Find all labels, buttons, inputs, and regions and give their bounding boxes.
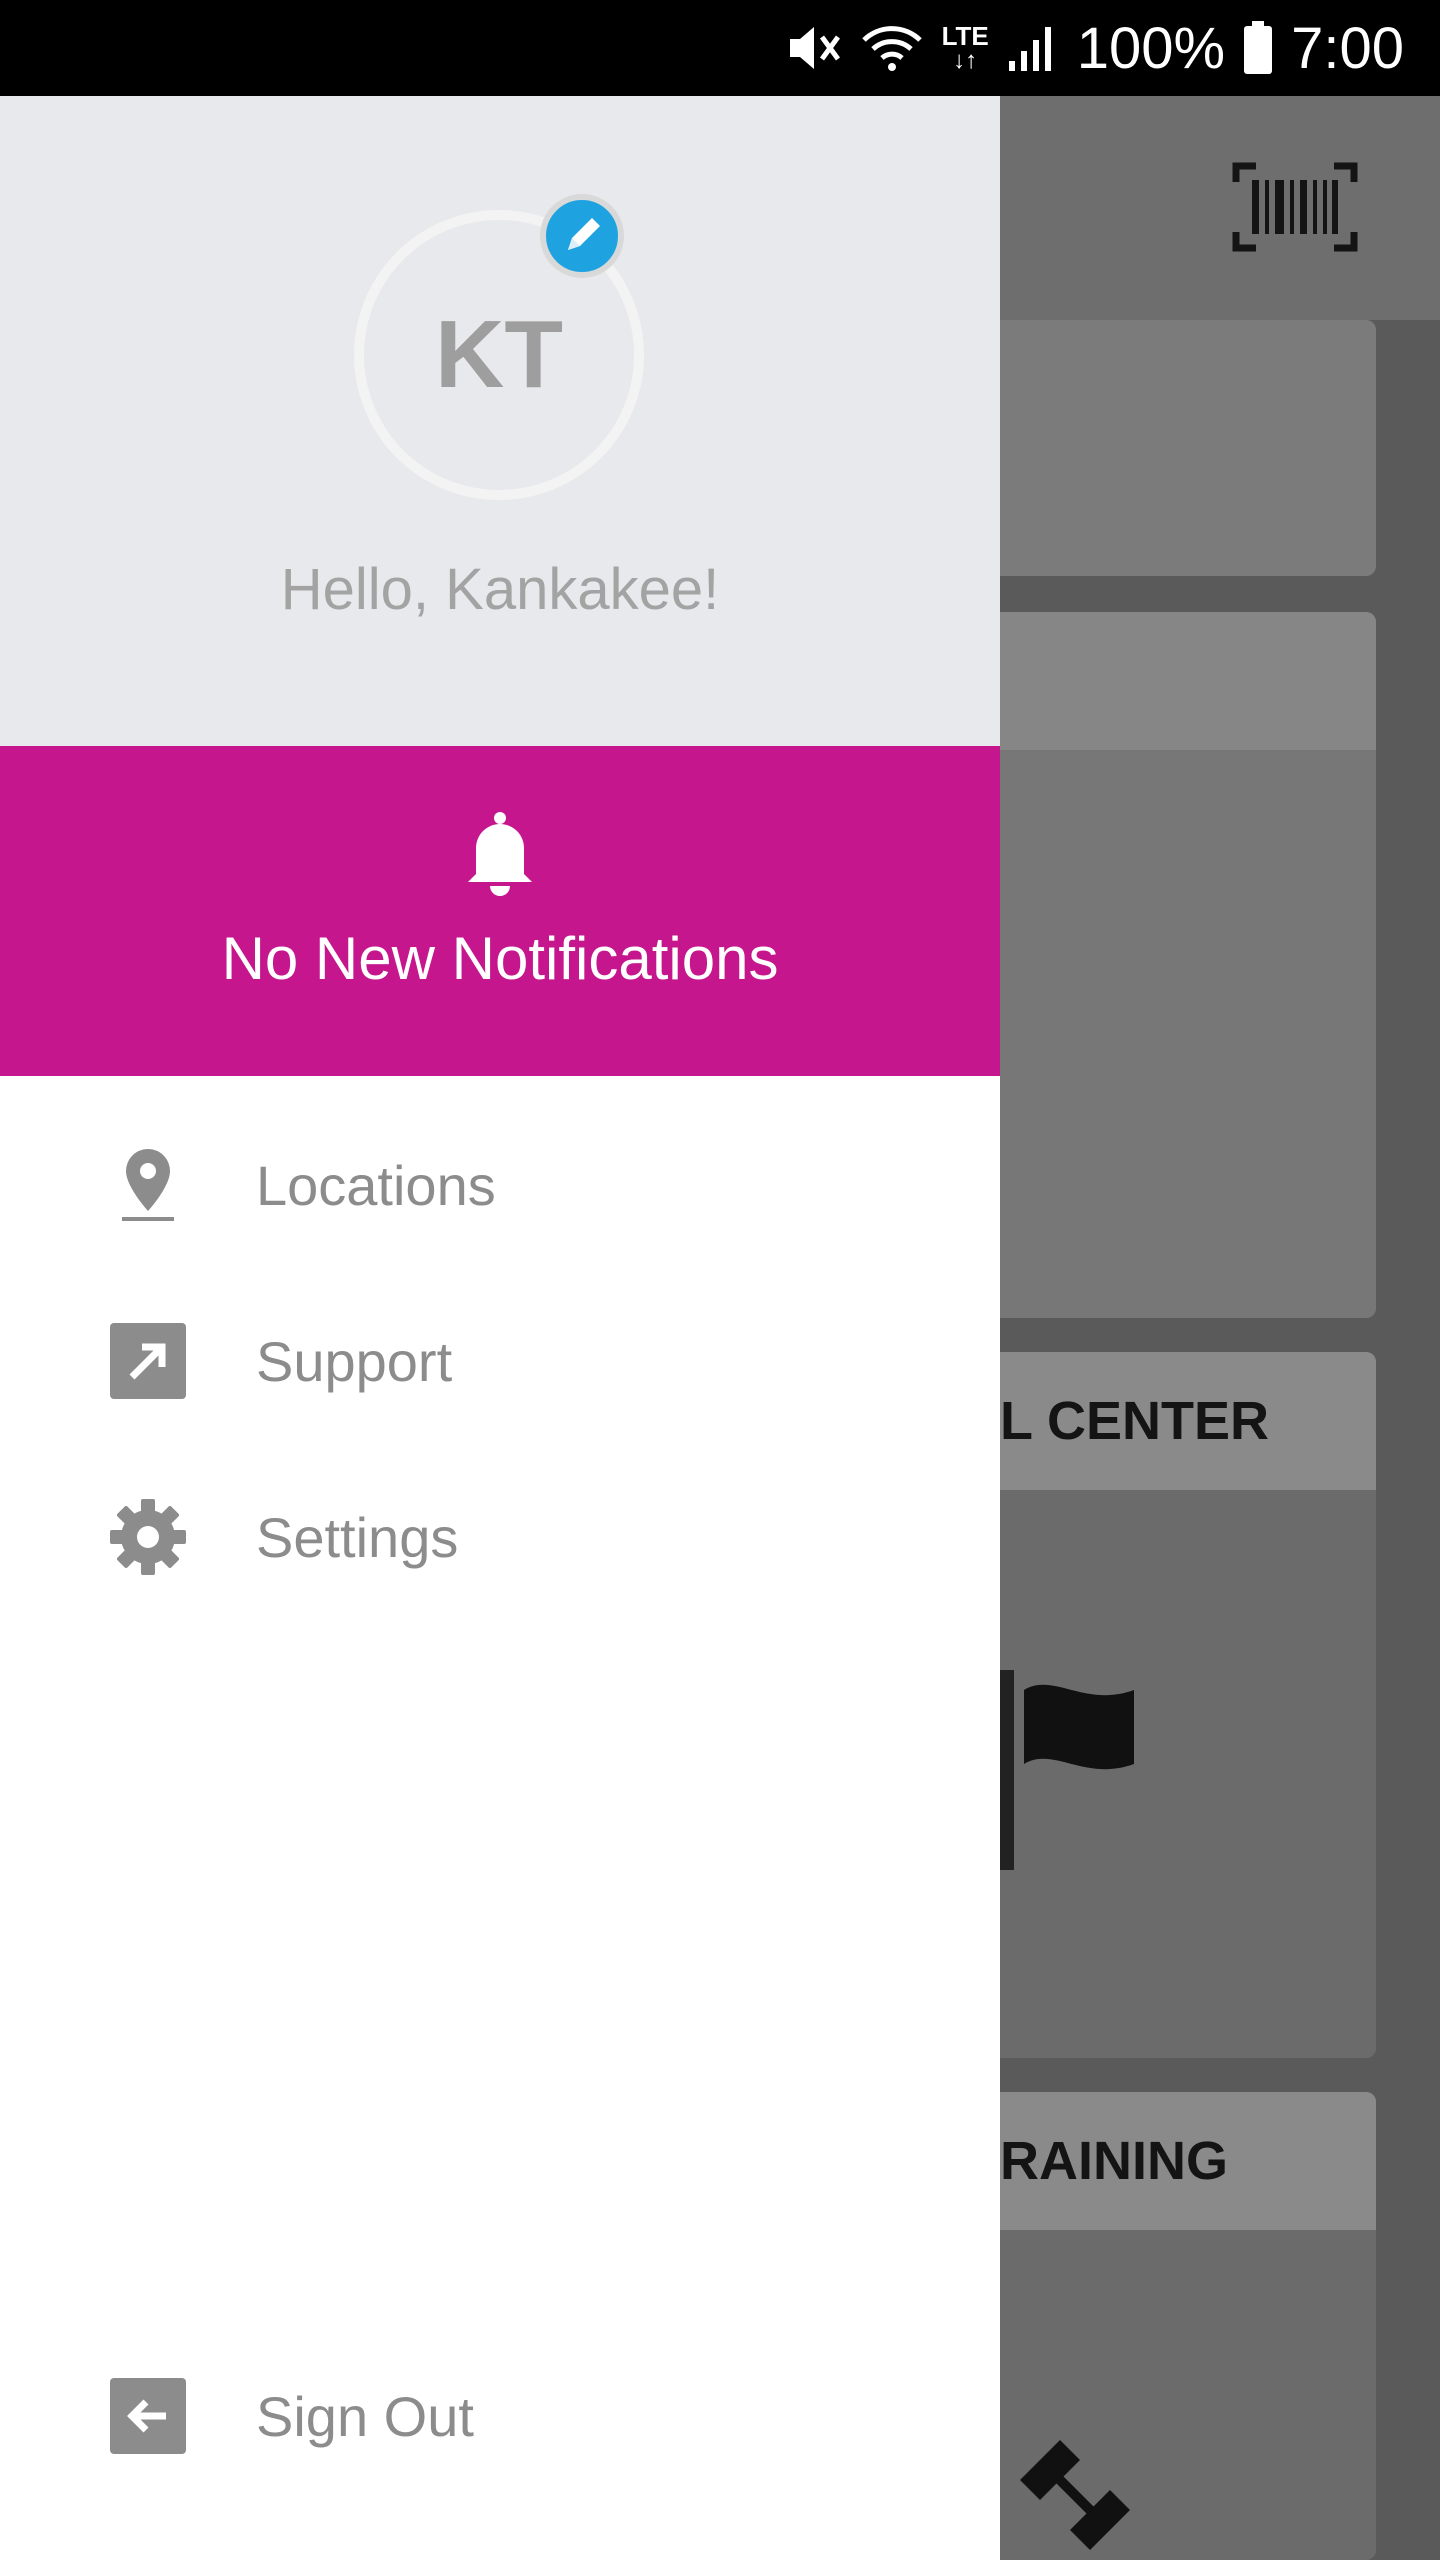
bell-icon: [468, 812, 532, 896]
background-card[interactable]: RAINING: [940, 2092, 1376, 2560]
dumbbell-icon: [1020, 2440, 1130, 2550]
barcode-scan-icon[interactable]: [1232, 162, 1358, 252]
pencil-icon: [568, 218, 600, 250]
menu-item-support[interactable]: Support: [0, 1286, 1000, 1436]
notifications-label: No New Notifications: [221, 925, 779, 992]
background-card[interactable]: [940, 320, 1376, 576]
lte-icon: LTE ↓↑: [941, 21, 989, 74]
background-app: L CENTER RAINING: [940, 96, 1440, 2560]
background-toolbar: [1000, 96, 1440, 320]
battery-icon: [1243, 21, 1273, 75]
sign-out-label: Sign Out: [256, 2384, 474, 2448]
gear-icon: [108, 1497, 188, 1577]
menu-label: Support: [256, 1329, 453, 1393]
battery-percent: 100%: [1076, 15, 1226, 81]
mute-icon: [786, 23, 842, 73]
status-bar: LTE ↓↑ 100% 7:00: [0, 0, 1440, 96]
sign-out-button[interactable]: Sign Out: [0, 2341, 1000, 2491]
menu-item-locations[interactable]: Locations: [0, 1110, 1000, 1260]
sign-out-icon: [108, 2376, 188, 2456]
edit-profile-button[interactable]: [540, 194, 624, 278]
menu-label: Locations: [256, 1153, 496, 1217]
menu-label: Settings: [256, 1505, 459, 1569]
greeting-text: Hello, Kankakee!: [280, 557, 720, 622]
notifications-panel[interactable]: No New Notifications: [0, 746, 1000, 1076]
location-pin-icon: [108, 1145, 188, 1225]
flag-icon: [1000, 1670, 1134, 1870]
clock: 7:00: [1291, 15, 1404, 81]
menu-item-settings[interactable]: Settings: [0, 1462, 1000, 1612]
avatar-initials: KT: [435, 301, 563, 408]
external-link-icon: [108, 1321, 188, 1401]
card-title: [940, 612, 1376, 750]
wifi-icon: [860, 22, 924, 74]
signal-icon: [1007, 23, 1059, 73]
card-title: L CENTER: [940, 1352, 1376, 1490]
background-card[interactable]: L CENTER: [940, 1352, 1376, 2058]
network-type: LTE: [941, 21, 989, 51]
navigation-drawer: KT Hello, Kankakee! No New Notifications…: [0, 96, 1000, 2560]
profile-header: KT Hello, Kankakee!: [0, 96, 1000, 746]
card-title: RAINING: [940, 2092, 1376, 2230]
background-card[interactable]: [940, 612, 1376, 1318]
